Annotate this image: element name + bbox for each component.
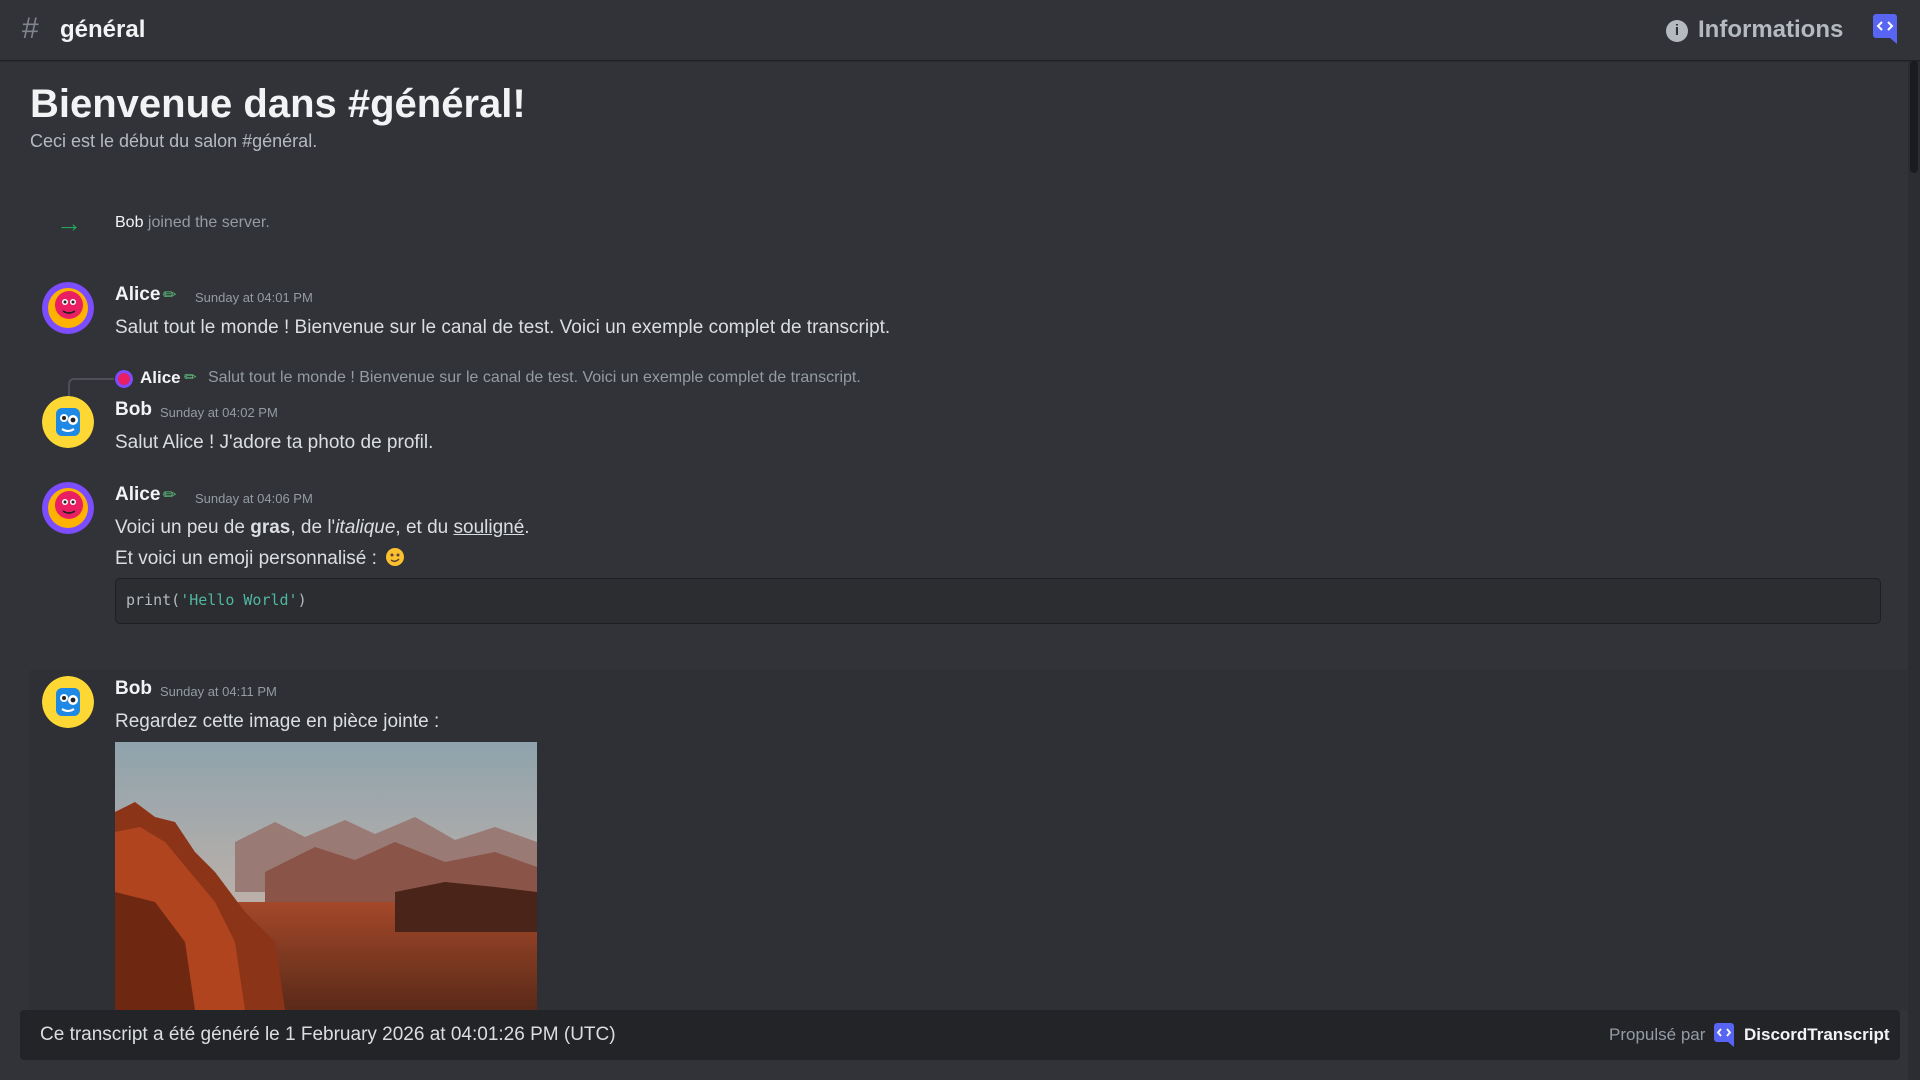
scrollbar-track[interactable] (1908, 61, 1920, 1080)
message-timestamp: Sunday at 04:01 PM (195, 290, 313, 305)
system-join-message: → Bob joined the server. (0, 210, 1900, 238)
transcript-footer: Ce transcript a été généré le 1 February… (20, 1010, 1900, 1060)
pencil-icon: ✏ (163, 487, 177, 504)
message-content: Salut tout le monde ! Bienvenue sur le c… (115, 317, 891, 338)
generated-text: Ce transcript a été généré le 1 February… (40, 1024, 616, 1045)
avatar[interactable] (42, 282, 94, 334)
reply-connector (68, 378, 114, 396)
message-author[interactable]: Bob (115, 399, 152, 421)
message-content-line2: Et voici un emoji personnalisé : (115, 547, 405, 570)
reply-author: Alice (140, 368, 181, 387)
message-content: Salut Alice ! J'adore ta photo de profil… (115, 432, 434, 453)
avatar[interactable] (42, 482, 94, 534)
join-username[interactable]: Bob (115, 214, 143, 231)
avatar[interactable] (42, 676, 94, 728)
message-content: Regardez cette image en pièce jointe : (115, 711, 440, 732)
brand-link[interactable]: DiscordTranscript (1744, 1025, 1890, 1045)
message-author[interactable]: Bob (115, 678, 152, 700)
pencil-icon: ✏ (184, 369, 197, 386)
welcome-subtitle: Ceci est le début du salon #général. (30, 131, 318, 151)
custom-emoji-icon[interactable] (385, 547, 405, 567)
message-timestamp: Sunday at 04:06 PM (195, 491, 313, 506)
message-author[interactable]: Alice (115, 484, 160, 506)
discordtranscript-logo-icon[interactable] (1714, 1023, 1734, 1047)
powered-by-label: Propulsé par (1609, 1025, 1706, 1044)
pencil-icon: ✏ (163, 287, 177, 304)
reply-text: Salut tout le monde ! Bienvenue sur le c… (208, 369, 861, 386)
system-text: Bob joined the server. (115, 214, 270, 231)
message-content-line1: Voici un peu de gras, de l'italique, et … (115, 517, 530, 538)
welcome-title: Bienvenue dans #général! (30, 82, 526, 126)
join-arrow-icon: → (56, 208, 82, 238)
discordtranscript-logo-icon[interactable] (1873, 14, 1897, 44)
channel-header: # général i Informations (0, 0, 1920, 61)
avatar[interactable] (42, 396, 94, 448)
message-timestamp: Sunday at 04:11 PM (160, 684, 277, 699)
scrollbar-thumb[interactable] (1910, 61, 1918, 173)
message-author[interactable]: Alice (115, 284, 160, 306)
channel-name: général (60, 16, 146, 43)
hash-icon: # (22, 12, 39, 45)
image-attachment[interactable] (115, 742, 537, 1010)
reply-avatar (115, 370, 133, 388)
info-icon[interactable]: i (1666, 20, 1688, 42)
informations-button[interactable]: Informations (1698, 16, 1843, 44)
code-block[interactable]: print('Hello World') (115, 578, 1881, 624)
message-timestamp: Sunday at 04:02 PM (160, 405, 278, 420)
